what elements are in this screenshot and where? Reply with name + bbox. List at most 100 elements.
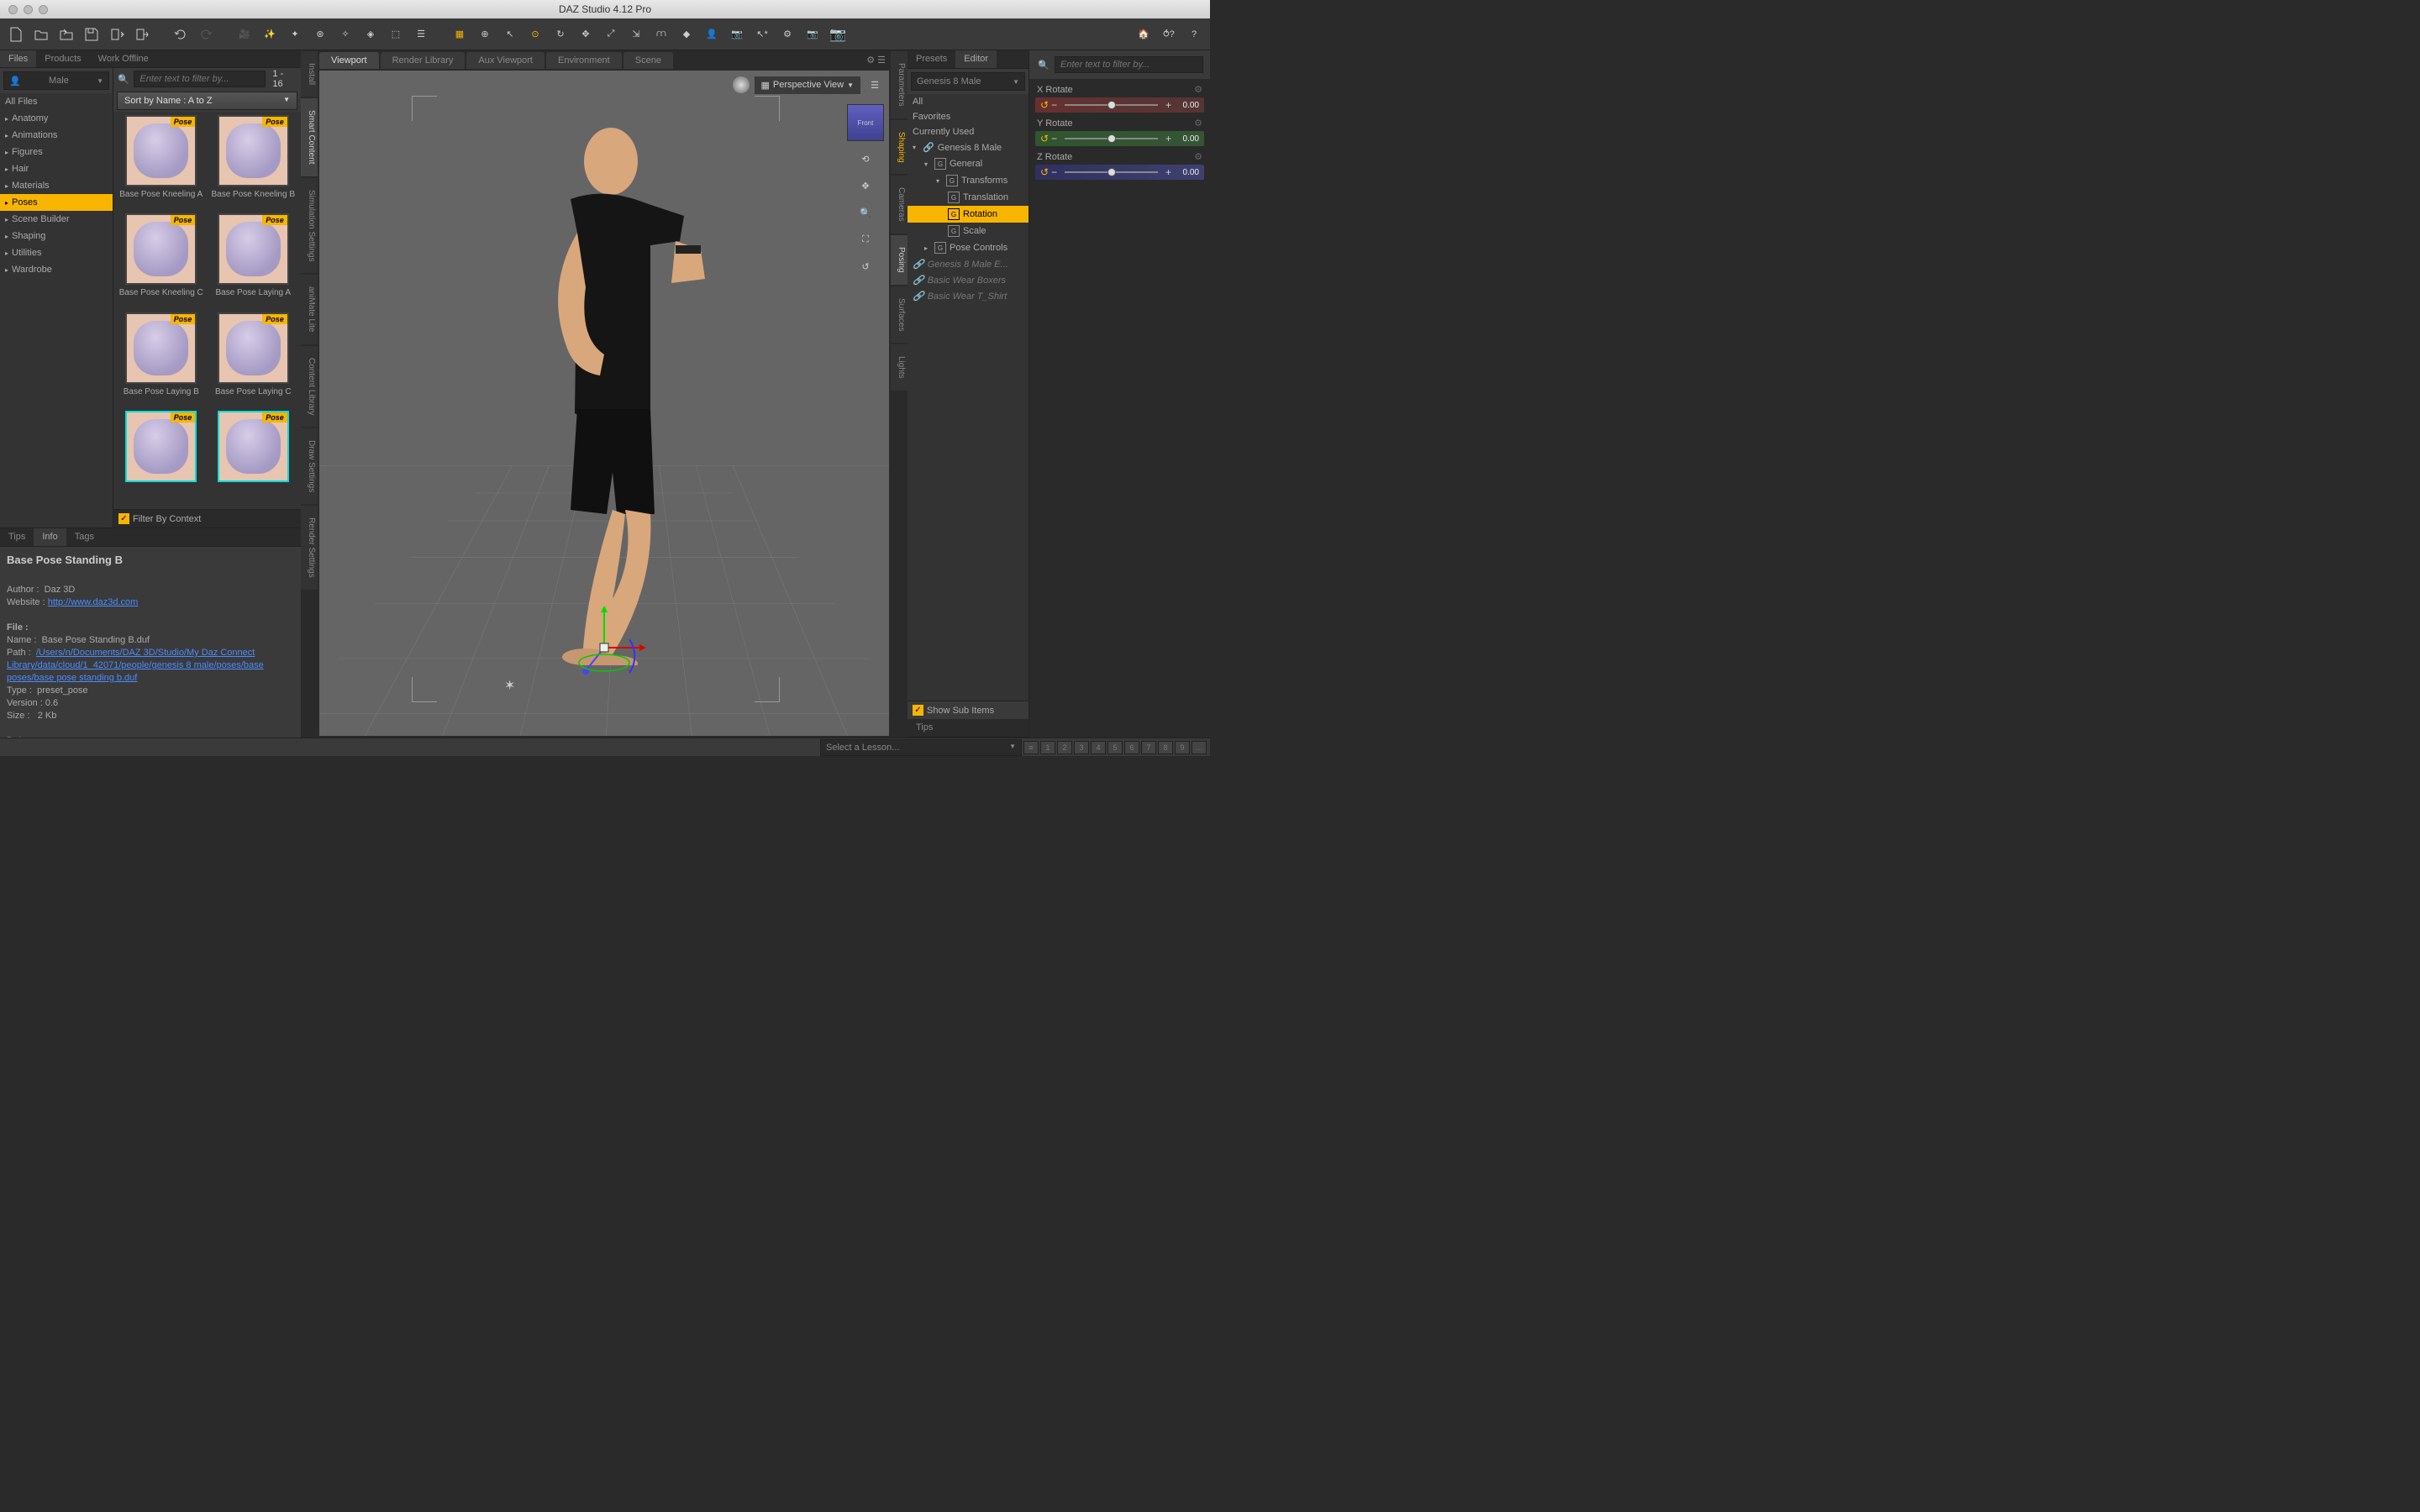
info-tab-tags[interactable]: Tags <box>66 528 103 546</box>
category-figures[interactable]: ▸Figures <box>0 144 113 160</box>
pick-icon[interactable]: ↖* <box>751 24 773 45</box>
work-offline-button[interactable]: Work Offline <box>90 50 301 67</box>
primitive-icon[interactable]: ⬚ <box>385 24 407 45</box>
param-value[interactable]: 0.00 <box>1174 101 1199 110</box>
reset-icon[interactable]: ↺ <box>1040 166 1049 178</box>
translate-tool-icon[interactable]: ✥ <box>575 24 597 45</box>
param-slider[interactable]: ↺ − + 0.00 <box>1035 97 1204 113</box>
tree-general[interactable]: ▾GGeneral <box>908 155 1028 172</box>
info-tab-tips[interactable]: Tips <box>0 528 34 546</box>
status-3[interactable]: 3 <box>1074 741 1089 754</box>
export-icon[interactable] <box>131 24 153 45</box>
open-file-icon[interactable] <box>30 24 52 45</box>
status-6[interactable]: 6 <box>1124 741 1139 754</box>
linear-light-icon[interactable]: ✧ <box>334 24 356 45</box>
vtab-parameters[interactable]: Parameters <box>891 51 908 118</box>
pose-item[interactable]: PoseBase Pose Laying B <box>117 312 206 407</box>
tree-tshirt[interactable]: 🔗Basic Wear T_Shirt <box>908 288 1028 304</box>
merge-file-icon[interactable] <box>55 24 77 45</box>
render-settings-icon[interactable]: ⚙ <box>776 24 798 45</box>
group-icon[interactable]: ☰ <box>410 24 432 45</box>
status-2[interactable]: 2 <box>1057 741 1072 754</box>
category-utilities[interactable]: ▸Utilities <box>0 244 113 261</box>
tree-favorites[interactable]: Favorites <box>908 109 1028 124</box>
import-icon[interactable] <box>106 24 128 45</box>
plus-icon[interactable]: + <box>1163 99 1174 111</box>
home-icon[interactable]: 🏠 <box>1133 24 1155 45</box>
status-dots[interactable]: … <box>1192 741 1207 754</box>
info-tab-info[interactable]: Info <box>34 528 66 546</box>
status-9[interactable]: 9 <box>1175 741 1190 754</box>
sphere-icon[interactable]: ⊕ <box>474 24 496 45</box>
show-sub-checkbox[interactable]: ✓ <box>913 705 923 716</box>
viewport-options-icon[interactable]: ⚙ ☰ <box>861 51 891 69</box>
save-icon[interactable] <box>81 24 103 45</box>
tree-g8m[interactable]: ▾🔗Genesis 8 Male <box>908 139 1028 155</box>
search-icon[interactable]: 🔍 <box>1036 57 1051 72</box>
plus-icon[interactable]: + <box>1163 133 1174 144</box>
view-cube[interactable]: Front <box>847 104 884 141</box>
transform-gizmo[interactable] <box>558 601 650 694</box>
context-help-icon[interactable]: ⥀? <box>1158 24 1180 45</box>
status-7[interactable]: 7 <box>1141 741 1156 754</box>
orbit-icon[interactable]: ⟲ <box>856 150 875 168</box>
minus-icon[interactable]: − <box>1049 99 1060 111</box>
spot-render-icon[interactable]: 📷 <box>726 24 748 45</box>
pose-item[interactable]: PoseBase Pose Laying A <box>209 213 298 308</box>
new-file-icon[interactable] <box>5 24 27 45</box>
vtab-smart-content[interactable]: Smart Content <box>301 98 318 176</box>
help-icon[interactable]: ? <box>1183 24 1205 45</box>
rotate-tool-icon[interactable]: ↻ <box>550 24 571 45</box>
node-select-icon[interactable]: ⊙ <box>524 24 546 45</box>
lesson-dropdown[interactable]: Select a Lesson... ▼ <box>820 739 1022 756</box>
status-5[interactable]: 5 <box>1107 741 1123 754</box>
info-website-link[interactable]: http://www.daz3d.com <box>48 597 139 607</box>
tree-all[interactable]: All <box>908 94 1028 109</box>
category-poses[interactable]: ▸Poses <box>0 194 113 211</box>
category-scene-builder[interactable]: ▸Scene Builder <box>0 211 113 228</box>
category-materials[interactable]: ▸Materials <box>0 177 113 194</box>
viewport-menu-icon[interactable]: ☰ <box>865 76 884 94</box>
pose-item[interactable]: PoseBase Pose Kneeling B <box>209 115 298 210</box>
pose-item[interactable]: Pose <box>117 411 206 506</box>
vp-tab-aux[interactable]: Aux Viewport <box>466 52 544 69</box>
scale-tool-icon[interactable]: ⤢ <box>600 24 622 45</box>
viewport-3d[interactable]: ▦ Perspective View ▼ ☰ Front ⟲ ✥ 🔍 ⛶ ↺ ✶ <box>319 71 889 736</box>
vtab-shaping[interactable]: Shaping <box>891 120 908 175</box>
content-search-input[interactable] <box>134 71 266 87</box>
tree-transforms[interactable]: ▾GTransforms <box>908 172 1028 189</box>
param-value[interactable]: 0.00 <box>1174 168 1199 177</box>
view-dropdown[interactable]: ▦ Perspective View ▼ <box>755 76 861 94</box>
search-icon[interactable]: 🔍 <box>117 71 130 87</box>
reset-icon[interactable]: ↺ <box>1040 99 1049 111</box>
reset-view-icon[interactable]: ↺ <box>856 257 875 276</box>
redo-icon[interactable] <box>195 24 217 45</box>
category-anatomy[interactable]: ▸Anatomy <box>0 110 113 127</box>
select-arrow-icon[interactable]: ↖ <box>499 24 521 45</box>
gear-icon[interactable]: ⚙ <box>1194 118 1202 129</box>
distant-light-icon[interactable]: ✦ <box>284 24 306 45</box>
pose-item[interactable]: PoseBase Pose Kneeling A <box>117 115 206 210</box>
minus-icon[interactable]: − <box>1049 166 1060 178</box>
tab-files[interactable]: Files <box>0 50 36 67</box>
vtab-posing[interactable]: Posing <box>891 235 908 285</box>
param-search-input[interactable] <box>1055 56 1203 73</box>
category-shaping[interactable]: ▸Shaping <box>0 228 113 244</box>
pose-item[interactable]: PoseBase Pose Kneeling C <box>117 213 206 308</box>
vtab-render-settings[interactable]: Render Settings <box>301 506 318 590</box>
status-8[interactable]: 8 <box>1158 741 1173 754</box>
null-icon[interactable]: ◈ <box>360 24 381 45</box>
sort-dropdown[interactable]: Sort by Name : A to Z ▼ <box>117 92 297 110</box>
region-nav-icon[interactable]: ⩋ <box>650 24 672 45</box>
tab-presets[interactable]: Presets <box>908 50 955 68</box>
gear-icon[interactable]: ⚙ <box>1194 84 1202 95</box>
scene-selection-dropdown[interactable]: Genesis 8 Male ▼ <box>911 72 1025 91</box>
camera-big-icon[interactable]: 📷 <box>827 24 849 45</box>
tree-scale[interactable]: GScale <box>908 223 1028 239</box>
spotlight-icon[interactable]: ✨ <box>259 24 281 45</box>
dolly-icon[interactable]: 🔍 <box>856 203 875 222</box>
plus-icon[interactable]: + <box>1163 166 1174 178</box>
status-1[interactable]: 1 <box>1040 741 1055 754</box>
param-slider[interactable]: ↺ − + 0.00 <box>1035 131 1204 146</box>
iray-icon[interactable]: ▦ <box>449 24 471 45</box>
